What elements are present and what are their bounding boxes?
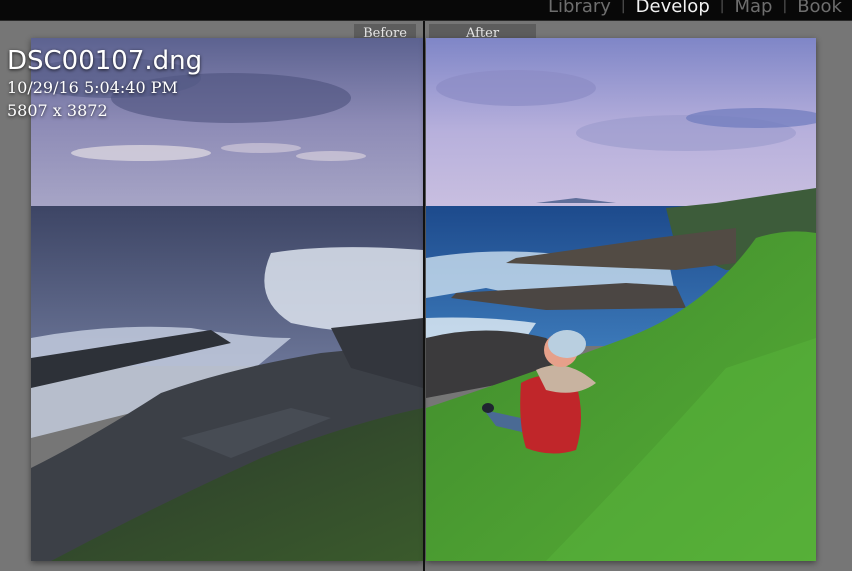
photo-datetime: 10/29/16 5:04:40 PM (7, 78, 178, 97)
module-library[interactable]: Library (538, 0, 621, 17)
after-photo-image (426, 38, 816, 561)
photo-info-overlay: DSC00107.dng 10/29/16 5:04:40 PM 5807 x … (7, 46, 202, 122)
module-develop[interactable]: Develop (626, 0, 720, 17)
module-map[interactable]: Map (724, 0, 782, 17)
module-picker: Library | Develop | Map | Book (538, 0, 852, 20)
photo-dimensions: 5807 x 3872 (7, 101, 108, 120)
before-after-divider[interactable] (423, 21, 425, 571)
module-bar: Library | Develop | Map | Book (0, 0, 852, 21)
module-book[interactable]: Book (787, 0, 852, 17)
photo-filename: DSC00107.dng (7, 46, 203, 76)
after-photo[interactable] (426, 38, 816, 561)
